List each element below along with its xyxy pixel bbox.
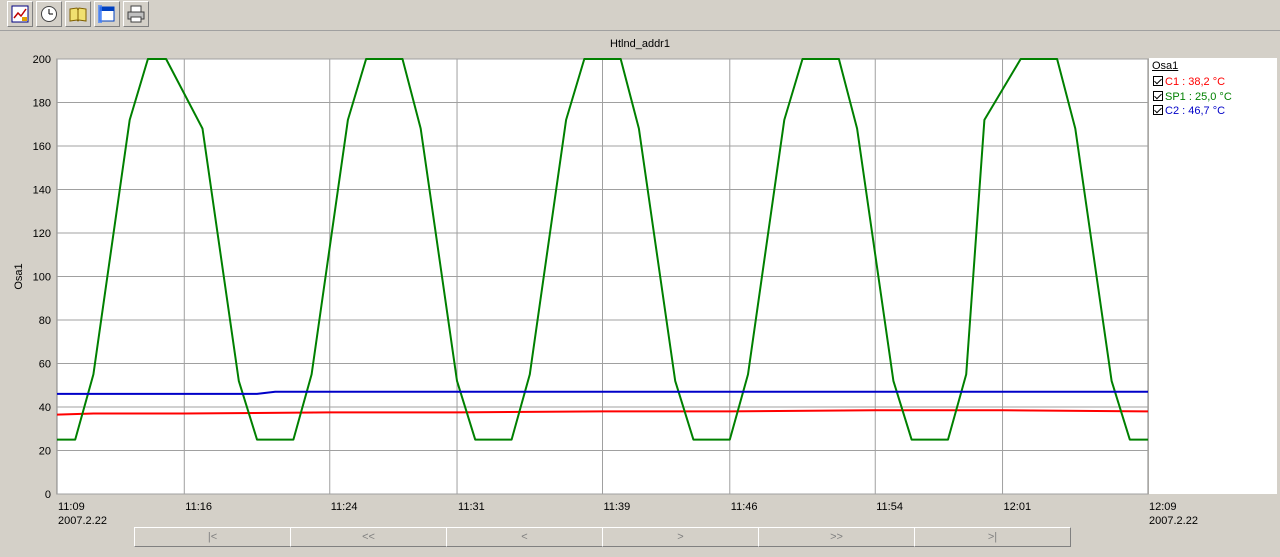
book-button[interactable] [65,1,91,27]
x-tick-label: 11:46 [731,501,758,513]
y-tick-label: 120 [33,228,51,240]
y-tick-label: 0 [45,489,51,501]
window-icon [98,5,115,23]
legend-title: Osa1 [1152,60,1179,72]
legend-label-sp1: SP1 : 25,0 °C [1165,91,1232,103]
chart-settings-button[interactable] [7,1,33,27]
y-tick-label: 80 [39,315,51,327]
series-c2-line [57,390,1148,395]
y-tick-label: 60 [39,359,51,371]
x-tick-label: 11:31 [458,501,485,513]
y-tick-label: 160 [33,141,51,153]
legend-item-sp1[interactable]: SP1 : 25,0 °C [1153,91,1232,104]
nav-fast-back-button[interactable]: << [290,527,447,547]
x-tick-label: 12:01 [1004,501,1032,513]
clock-button[interactable] [36,1,62,27]
chart-title: Htlnd_addr1 [610,38,670,50]
y-tick-label: 20 [39,446,51,458]
x-tick-label: 11:54 [876,501,903,513]
y-axis-label: Osa1 [13,263,25,289]
x-tick-label: 11:09 [58,501,85,513]
line-chart: 0 20 40 60 80 100 120 140 160 180 200 11:09 11:16 11:… [13,54,1177,513]
legend-checkbox-c2[interactable] [1153,105,1163,115]
legend: Osa1 C1 : 38,2 °C SP1 : 25,0 °C C2 : 46,… [1149,58,1277,494]
clock-icon [41,6,57,22]
nav-back-button[interactable]: < [446,527,603,547]
plot-area [56,58,1149,495]
print-button[interactable] [123,1,149,27]
time-navigation-bar: |< << < > >> >| [134,527,1071,547]
legend-checkbox-c1[interactable] [1153,76,1163,86]
x-tick-label: 12:09 [1149,501,1177,513]
x-tick-label: 11:39 [604,501,631,513]
series-sp1-line [57,58,1148,441]
nav-fast-forward-button[interactable]: >> [758,527,915,547]
end-date-label: 2007.2.22 [1149,515,1198,527]
legend-label-c2: C2 : 46,7 °C [1165,105,1226,117]
legend-checkbox-sp1[interactable] [1153,91,1163,101]
start-date-label: 2007.2.22 [58,515,107,527]
legend-label-c1: C1 : 38,2 °C [1165,76,1226,88]
y-tick-label: 40 [39,402,51,414]
y-tick-label: 180 [33,98,51,110]
x-tick-label: 11:24 [331,501,358,513]
x-tick-label: 11:16 [185,501,212,513]
book-icon [69,7,87,22]
chart-settings-icon [11,5,29,23]
window-button[interactable] [94,1,120,27]
legend-item-c1[interactable]: C1 : 38,2 °C [1153,76,1225,89]
legend-item-c2[interactable]: C2 : 46,7 °C [1153,105,1225,118]
nav-forward-button[interactable]: > [602,527,759,547]
y-tick-label: 100 [33,272,51,284]
nav-last-button[interactable]: >| [914,527,1071,547]
printer-icon [127,5,145,23]
toolbar [0,0,1280,31]
nav-first-button[interactable]: |< [134,527,291,547]
y-tick-label: 140 [33,185,51,197]
series-c1-line [56,409,1149,416]
y-tick-label: 200 [33,54,51,66]
